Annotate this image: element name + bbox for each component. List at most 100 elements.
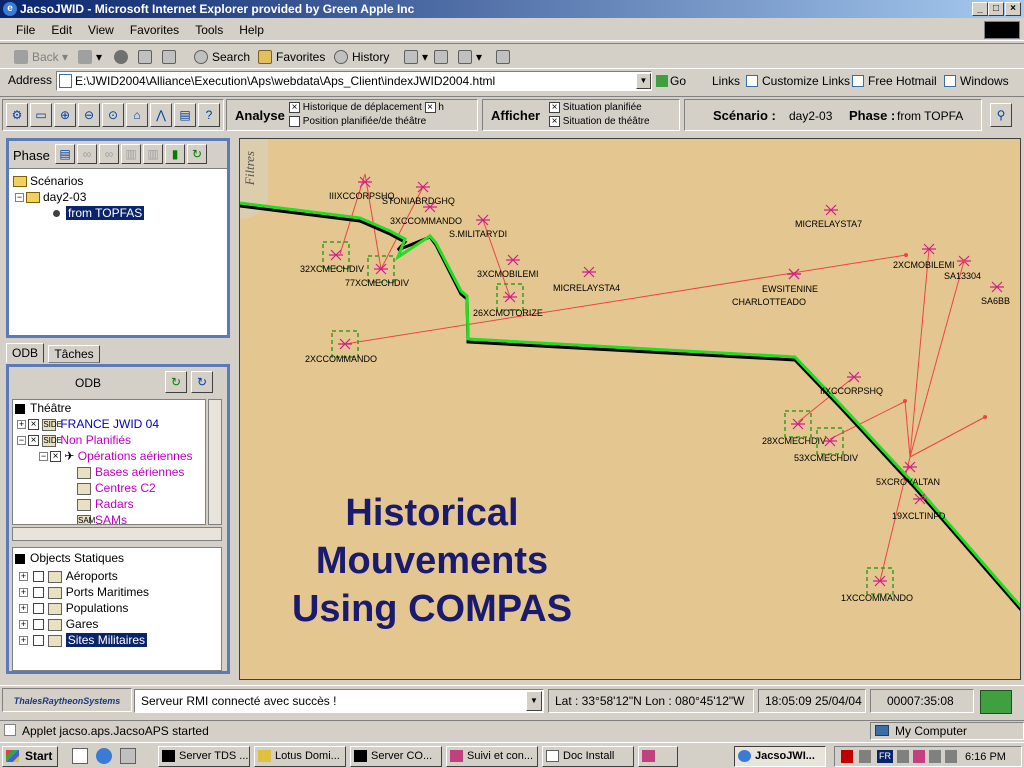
tree-node-from-topfas[interactable]: from TOPFAS <box>53 205 145 221</box>
quicklaunch-outlook-icon[interactable] <box>120 748 136 764</box>
discuss-button[interactable] <box>496 47 514 67</box>
map-unit[interactable]: 1XCCOMMANDO <box>841 567 913 603</box>
menu-favorites[interactable]: Favorites <box>122 19 187 41</box>
odb-node-bases-aeriennes[interactable]: Bases aériennes <box>77 464 184 480</box>
static-item-populations[interactable]: + Populations <box>19 600 128 616</box>
static-item-gares[interactable]: + Gares <box>19 616 98 632</box>
print-button[interactable] <box>434 47 452 67</box>
static-item-aeroports[interactable]: + Aéroports <box>19 568 118 584</box>
pointer-tool-icon[interactable]: ⚙ <box>6 103 28 127</box>
link-windows[interactable]: Windows <box>944 73 1009 89</box>
tab-taches[interactable]: Tâches <box>48 345 100 363</box>
history-checkbox[interactable]: × <box>289 102 300 113</box>
address-input[interactable]: E:\JWID2004\Alliance\Execution\Aps\webda… <box>56 71 652 91</box>
odb-node-operations-aeriennes[interactable]: − × ✈ Opérations aériennes <box>39 448 193 464</box>
copy-phase-icon[interactable]: ▥ <box>121 144 141 164</box>
link-customize-links[interactable]: Customize Links <box>746 73 850 89</box>
quicklaunch-ie-icon[interactable] <box>96 748 112 764</box>
position-option[interactable]: Position planifiée/de théâtre <box>289 116 426 127</box>
refresh-phase-icon[interactable]: ↻ <box>187 144 207 164</box>
tree-node-scenarios[interactable]: Scénarios <box>13 173 83 189</box>
map-unit[interactable]: 26XCMOTORIZE <box>473 283 543 318</box>
map-unit[interactable]: MICRELAYSTA7 <box>795 204 862 229</box>
link-phase-icon[interactable]: ∞ <box>77 144 97 164</box>
server-status-icon[interactable] <box>980 690 1012 714</box>
odb-node-non-planifies[interactable]: − × SIDENon Planifiés <box>17 432 131 448</box>
map-unit[interactable]: 2XCCOMMANDO <box>305 330 377 364</box>
odb-node-france[interactable]: + × SIDEFRANCE JWID 04 <box>17 416 159 432</box>
theatre-situation-checkbox[interactable]: × <box>549 116 560 127</box>
forward-button[interactable]: ▾ <box>78 47 102 67</box>
menu-tools[interactable]: Tools <box>187 19 231 41</box>
tree-node-day2-03[interactable]: − day2-03 <box>15 189 86 205</box>
theatre-situation-option[interactable]: × Situation de théâtre <box>549 116 650 127</box>
import-phase-icon[interactable]: ▮ <box>165 144 185 164</box>
mail-button[interactable]: ▾ <box>404 47 428 67</box>
map-unit[interactable]: 5XCROYALTAN <box>876 461 940 487</box>
task-jacsojwid[interactable]: JacsoJWI... <box>734 746 826 767</box>
odb-node-sams[interactable]: SAMSAMs <box>77 512 127 524</box>
task-server-co[interactable]: Server CO... <box>350 746 442 767</box>
paste-phase-icon[interactable]: ▥ <box>143 144 163 164</box>
map-unit[interactable]: EWSITENINE <box>762 268 818 294</box>
go-button[interactable]: Go <box>656 73 686 89</box>
dropdown-arrow-icon[interactable]: ▼ <box>526 691 542 711</box>
home-button[interactable] <box>162 47 180 67</box>
map-unit[interactable]: MICRELAYSTA4 <box>553 266 620 293</box>
odb-node-theatre[interactable]: Théâtre <box>15 400 71 416</box>
measure-icon[interactable]: ⋀ <box>150 103 172 127</box>
help-icon[interactable]: ? <box>198 103 220 127</box>
task-app-icon[interactable] <box>638 746 678 767</box>
stop-button[interactable] <box>114 47 132 67</box>
favorites-button[interactable]: Favorites <box>258 47 325 67</box>
close-button[interactable]: × <box>1005 2 1021 16</box>
history-button[interactable]: History <box>334 47 389 67</box>
printer-icon[interactable] <box>929 750 941 763</box>
start-button[interactable]: Start <box>2 746 58 767</box>
tab-odb[interactable]: ODB <box>6 343 44 363</box>
menu-file[interactable]: File <box>8 19 43 41</box>
history-option[interactable]: × Historique de déplacement × h <box>289 102 444 113</box>
refresh-button[interactable] <box>138 47 156 67</box>
menu-edit[interactable]: Edit <box>43 19 80 41</box>
layers-icon[interactable]: ▤ <box>174 103 196 127</box>
back-button[interactable]: Back ▾ <box>14 47 68 67</box>
zoom-out-icon[interactable]: ⊖ <box>78 103 100 127</box>
zoom-in-icon[interactable]: ⊕ <box>54 103 76 127</box>
position-checkbox[interactable] <box>289 116 300 127</box>
map-unit[interactable]: 3XCMOBILEMI <box>477 254 539 279</box>
unlink-phase-icon[interactable]: ∞ <box>99 144 119 164</box>
settings-icon[interactable]: ⚲ <box>990 103 1012 127</box>
filtres-label[interactable]: Filtres <box>242 151 258 185</box>
address-dropdown-button[interactable]: ▼ <box>636 73 651 89</box>
odb-vertical-scrollbar[interactable] <box>208 399 222 525</box>
rmi-status-select[interactable]: Serveur RMI connecté avec succès ! ▼ <box>134 689 544 713</box>
tray-monitor-icon[interactable] <box>945 750 957 763</box>
task-lotus-domino[interactable]: Lotus Domi... <box>254 746 346 767</box>
odb-refresh-icon[interactable]: ↻ <box>165 371 187 393</box>
odb-horizontal-scrollbar[interactable] <box>12 527 222 541</box>
planned-situation-checkbox[interactable]: × <box>549 102 560 113</box>
network-icon[interactable] <box>897 750 909 763</box>
edit-button[interactable]: ▾ <box>458 47 482 67</box>
map-unit[interactable]: 2XCMOBILEMI <box>893 243 955 270</box>
maximize-button[interactable]: □ <box>988 2 1004 16</box>
volume-icon[interactable] <box>859 750 871 763</box>
odb-sync-icon[interactable]: ↻ <box>191 371 213 393</box>
link-free-hotmail[interactable]: Free Hotmail <box>852 73 937 89</box>
menu-help[interactable]: Help <box>231 19 272 41</box>
menu-view[interactable]: View <box>80 19 122 41</box>
task-doc-install[interactable]: Doc Install <box>542 746 634 767</box>
language-indicator[interactable]: FR <box>877 750 893 763</box>
static-item-ports[interactable]: + Ports Maritimes <box>19 584 149 600</box>
map-unit[interactable]: 32XCMECHDIV <box>300 241 364 274</box>
history-hours-checkbox[interactable]: × <box>424 102 436 113</box>
tray-app-icon[interactable] <box>913 750 925 763</box>
map-unit[interactable]: IIXCCORPSHQ <box>820 371 883 396</box>
task-suivi[interactable]: Suivi et con... <box>446 746 538 767</box>
search-button[interactable]: Search <box>194 47 250 67</box>
shield-icon[interactable] <box>841 750 853 763</box>
quicklaunch-desktop-icon[interactable] <box>72 748 88 764</box>
static-item-sites-militaires[interactable]: + Sites Militaires <box>19 632 148 648</box>
map-tool-icon[interactable]: ▭ <box>30 103 52 127</box>
